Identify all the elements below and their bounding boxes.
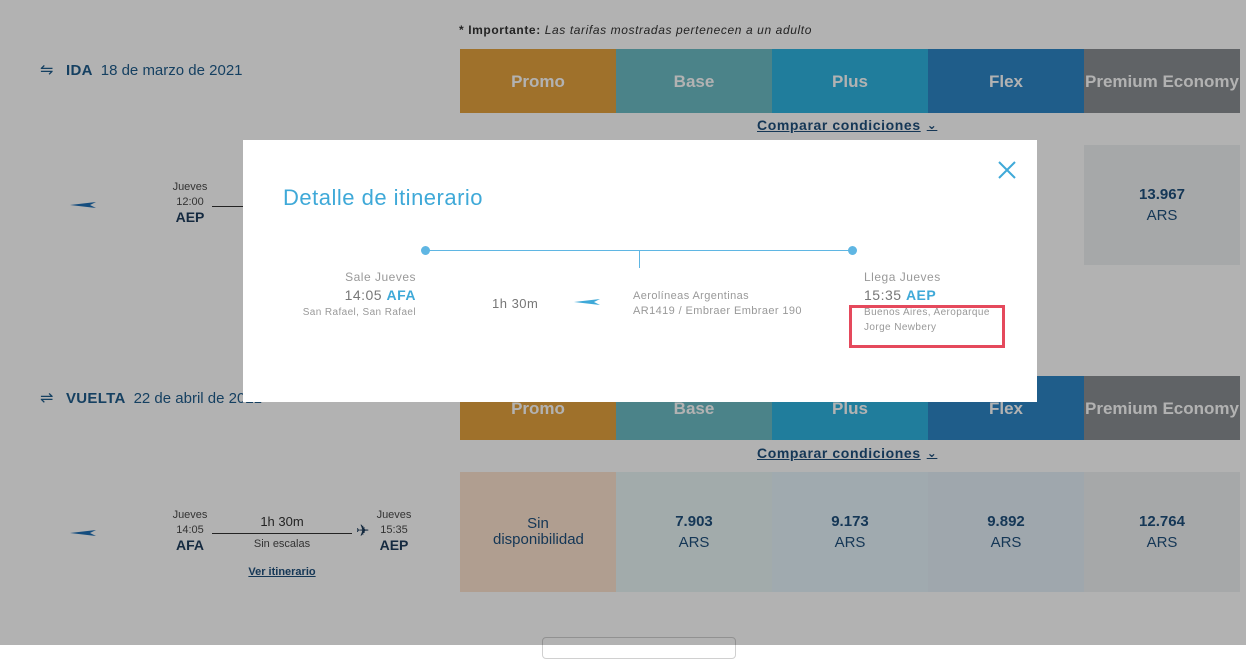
airline-name: Aerolíneas Argentinas xyxy=(633,290,750,302)
flight-info: Aerolíneas Argentinas AR1419 / Embraer E… xyxy=(633,289,802,319)
modal-title: Detalle de itinerario xyxy=(283,185,484,210)
departure-info: Sale Jueves 14:05 AFA San Rafael, San Ra… xyxy=(283,270,416,320)
timeline-start-dot xyxy=(421,246,430,255)
sale-time: 14:05 xyxy=(344,287,383,303)
timeline-midpoint xyxy=(639,250,640,268)
sale-label: Sale Jueves xyxy=(345,270,416,284)
flight-number: AR1419 / Embraer Embraer 190 xyxy=(633,305,802,317)
modal-duration: 1h 30m xyxy=(492,296,539,311)
llega-code: AEP xyxy=(905,287,937,303)
sale-city: San Rafael, San Rafael xyxy=(302,307,416,318)
close-icon[interactable] xyxy=(995,158,1019,182)
llega-label: Llega Jueves xyxy=(864,270,941,284)
itinerary-modal: Detalle de itinerario Sale Jueves 14:05 … xyxy=(243,140,1037,402)
timeline-end-dot xyxy=(848,246,857,255)
sale-code: AFA xyxy=(386,287,416,303)
llega-time: 15:35 xyxy=(864,287,902,303)
llega-time-row: 15:35 AEP xyxy=(864,287,1004,303)
airline-logo-icon xyxy=(574,299,600,305)
arrival-city-highlight xyxy=(849,305,1005,348)
sale-time-row: 14:05 AFA xyxy=(283,287,416,303)
